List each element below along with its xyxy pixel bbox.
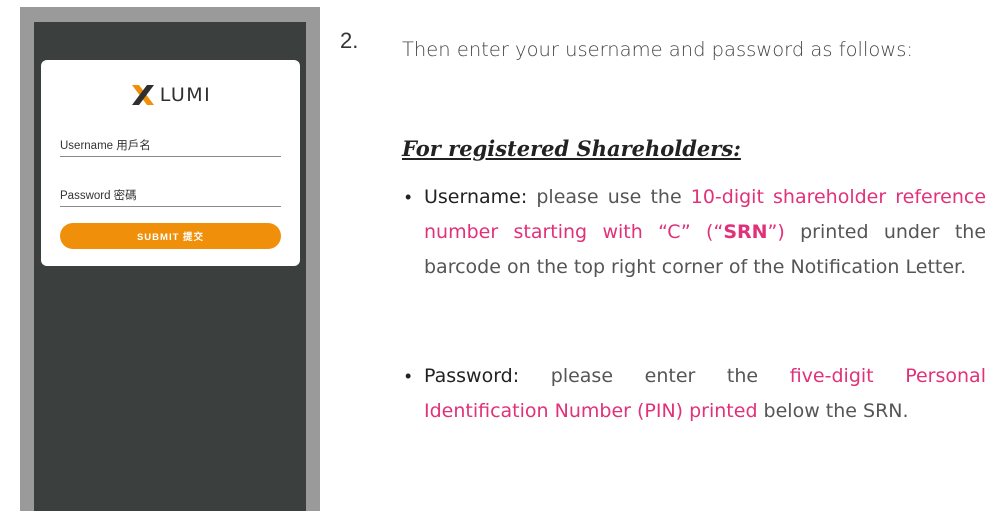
bullet-dot: • (405, 366, 412, 386)
submit-button[interactable]: SUBMIT 提交 (60, 223, 281, 249)
password-text-1: please enter the (519, 365, 790, 387)
password-field[interactable]: Password 密碼 (60, 187, 281, 207)
username-term: Username: (424, 186, 528, 208)
password-label: Password 密碼 (60, 190, 137, 202)
password-bullet-body: Password: please enter the five-digit Pe… (424, 359, 986, 429)
lumi-logo: LUMI (41, 80, 300, 110)
bullet-dot: • (405, 187, 412, 207)
intro-text: Then enter your username and password as… (402, 38, 913, 61)
logo-text: LUMI (159, 84, 212, 106)
username-text-1: please use the (527, 186, 691, 208)
username-label: Username 用戶名 (60, 140, 151, 152)
section-heading: For registered Shareholders: (402, 136, 741, 161)
step-number: 2. (340, 28, 359, 53)
login-card: LUMI Username 用戶名 Password 密碼 SUBMIT 提交 (41, 60, 300, 266)
username-bullet-body: Username: please use the 10-digit shareh… (424, 180, 986, 285)
password-text-2: below the SRN. (757, 400, 909, 422)
lumi-x-icon (131, 85, 154, 105)
username-highlight-2: ”) (767, 221, 785, 243)
srn-highlight: SRN (723, 221, 768, 243)
password-term: Password: (424, 365, 520, 387)
username-field[interactable]: Username 用戶名 (60, 137, 281, 157)
